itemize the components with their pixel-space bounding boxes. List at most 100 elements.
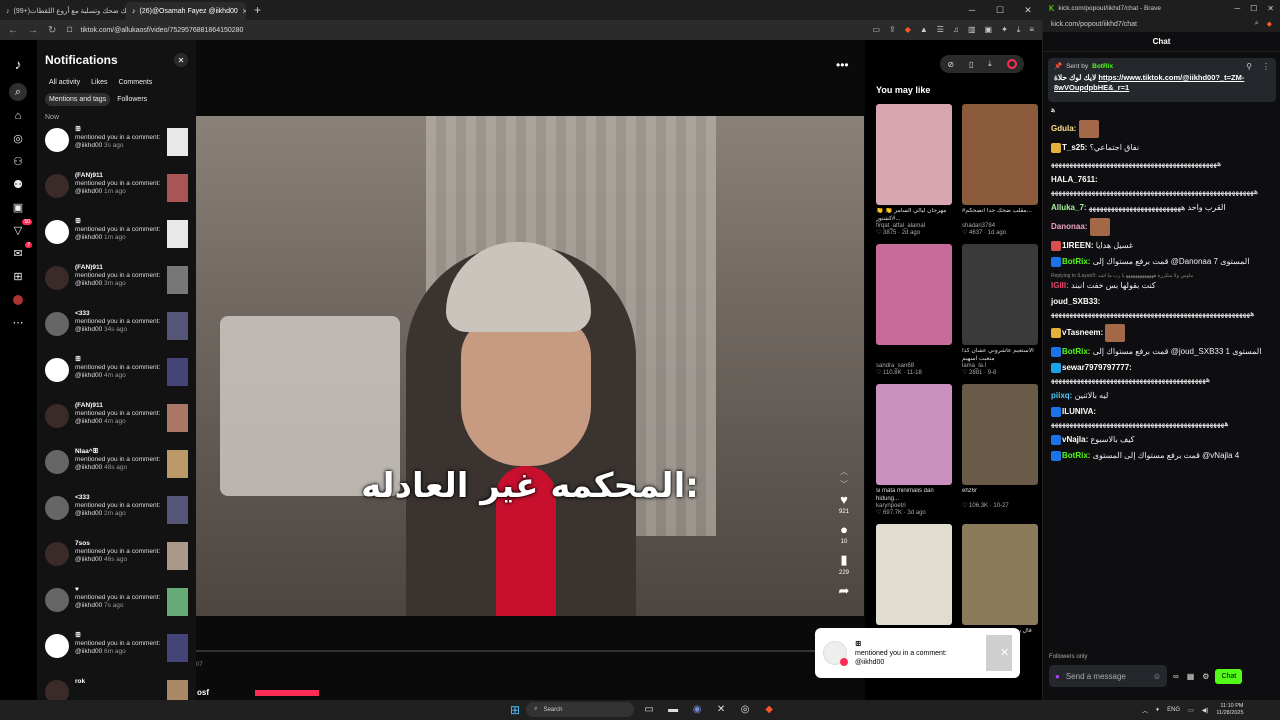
avatar[interactable]	[45, 128, 69, 152]
extension-icon[interactable]: ☰	[937, 25, 944, 35]
gift-icon[interactable]: ▦	[1187, 672, 1195, 681]
mic-icon[interactable]: ♦	[1156, 707, 1159, 713]
video-thumbnail[interactable]	[876, 104, 952, 205]
download-icon[interactable]: ⤓	[1017, 25, 1021, 35]
chat-address-bar[interactable]: kick.com/popout/iikhd7/chat ⌕ ◆	[1043, 16, 1280, 32]
forward-icon[interactable]: →	[28, 25, 38, 36]
avatar[interactable]	[45, 496, 69, 520]
tiktok-logo-icon[interactable]: ♪	[6, 52, 30, 75]
wallet-icon[interactable]: ▣	[985, 25, 993, 35]
maximize-icon[interactable]: ☐	[1250, 4, 1257, 13]
avatar[interactable]	[45, 358, 69, 382]
phone-icon[interactable]: ▯	[969, 60, 973, 69]
close-toast-icon[interactable]: ✕	[1000, 646, 1009, 659]
notification-thumbnail[interactable]	[167, 496, 188, 524]
menu-icon[interactable]: ≡	[1029, 25, 1034, 35]
video-card[interactable]: الاستعيم عاشروني عشان كذا متعبت اسهيم lam…	[962, 244, 1038, 382]
zoom-icon[interactable]: ⌕	[1255, 20, 1259, 28]
video-card-user[interactable]: lama_la.l	[962, 363, 1038, 370]
brave-shield-icon[interactable]: ◆	[905, 25, 911, 35]
record-icon[interactable]	[1006, 59, 1017, 69]
avatar[interactable]	[45, 680, 69, 700]
comment-icon[interactable]: ●	[840, 522, 848, 537]
taskbar-search[interactable]: ⌕ Search	[526, 702, 635, 717]
avatar[interactable]	[45, 312, 69, 336]
leo-icon[interactable]: ✦	[1001, 25, 1008, 35]
notification-thumbnail[interactable]	[167, 312, 188, 340]
emoji-icon[interactable]: ☺	[1153, 672, 1161, 681]
settings-icon[interactable]: ⚙	[1202, 672, 1209, 681]
chat-username[interactable]: vNajla:	[1062, 435, 1088, 444]
pinned-sender-name[interactable]: BotRix	[1092, 63, 1113, 70]
chat-username[interactable]: IGIII:	[1051, 281, 1069, 290]
notification-item[interactable]: <333 mentioned you in a comment: @iikhd00…	[37, 310, 196, 356]
notification-thumbnail[interactable]	[167, 266, 188, 294]
friends-icon[interactable]: ⚉	[6, 173, 30, 196]
bookmark-icon[interactable]: ☐	[66, 26, 72, 34]
clock[interactable]: 11:10 PM 11/28/2025	[1216, 703, 1243, 717]
notification-item[interactable]: ꕥ mentioned you in a comment: @iikhd00 6m…	[37, 632, 196, 678]
share-icon[interactable]: ➦	[839, 583, 850, 599]
chat-username[interactable]: Danonaa:	[1051, 222, 1087, 231]
mention-toast[interactable]: ꕥ mentioned you in a comment: @iikhd00	[815, 628, 1020, 678]
music-icon[interactable]: ♫	[953, 25, 959, 35]
home-icon[interactable]: ⌂	[6, 104, 30, 127]
avatar[interactable]	[45, 220, 69, 244]
video-thumbnail[interactable]	[876, 524, 952, 625]
video-card[interactable]: si mata minimalis dan hidung... karynpoet…	[876, 384, 952, 522]
chat-username[interactable]: sewar7979797777:	[1062, 363, 1132, 372]
notification-item[interactable]: ꕥ mentioned you in a comment: @iikhd00 1m…	[37, 218, 196, 264]
notification-item[interactable]: rok	[37, 678, 196, 700]
chat-username[interactable]: piixq:	[1051, 391, 1072, 400]
follow-button[interactable]	[255, 690, 319, 696]
chat-username[interactable]: ILUNIVA:	[1062, 407, 1096, 416]
filter-followers[interactable]: Followers	[113, 93, 152, 106]
chat-username[interactable]: HALA_7611:	[1051, 175, 1098, 184]
more-icon[interactable]: ⋯	[6, 311, 30, 334]
notification-item[interactable]: ♥ mentioned you in a comment: @iikhd00 7s…	[37, 586, 196, 632]
minimize-icon[interactable]: ─	[1234, 4, 1240, 13]
video-author[interactable]: osf	[197, 688, 209, 697]
avatar[interactable]	[45, 266, 69, 290]
filter-comments[interactable]: Comments	[114, 76, 157, 89]
notification-thumbnail[interactable]	[167, 128, 188, 156]
video-thumbnail[interactable]	[962, 524, 1038, 625]
notification-thumbnail[interactable]	[167, 220, 188, 248]
reload-icon[interactable]: ↻	[48, 25, 56, 36]
notification-item[interactable]: <333 mentioned you in a comment: @iikhd00…	[37, 494, 196, 540]
more-options-icon[interactable]: •••	[836, 58, 849, 72]
search-icon[interactable]: ⌕	[9, 83, 27, 101]
avatar[interactable]	[45, 404, 69, 428]
chevron-up-icon[interactable]: ︿	[840, 466, 848, 477]
chevron-up-icon[interactable]: ︿	[1142, 706, 1148, 715]
avatar[interactable]	[45, 588, 69, 612]
obs-icon[interactable]: ◎	[736, 704, 754, 715]
video-thumbnail[interactable]	[962, 244, 1038, 345]
chat-username[interactable]: vTasneem:	[1062, 328, 1103, 337]
live-icon[interactable]: ▣	[6, 196, 30, 219]
chat-input[interactable]: ● Send a message ☺	[1049, 665, 1167, 687]
video-thumbnail[interactable]	[876, 384, 952, 485]
notification-thumbnail[interactable]	[167, 404, 188, 432]
share-icon[interactable]: ⇪	[889, 25, 896, 35]
cast-icon[interactable]: ▭	[872, 25, 880, 35]
back-icon[interactable]: ←	[8, 25, 18, 36]
brave-icon[interactable]: ◆	[760, 704, 778, 715]
volume-icon[interactable]: ◀)	[1202, 707, 1209, 714]
filter-mentions-and-tags[interactable]: Mentions and tags	[45, 93, 111, 106]
minimize-icon[interactable]: ─	[958, 5, 986, 16]
discord-icon[interactable]: ◉	[688, 704, 706, 715]
points-icon[interactable]: ∞	[1173, 672, 1179, 681]
activity-icon[interactable]: ▽ 50	[6, 219, 32, 242]
notification-thumbnail[interactable]	[167, 450, 188, 478]
maximize-icon[interactable]: ☐	[986, 5, 1014, 16]
video-card[interactable]: sandra_san68 ♡ 110.8K · 11-18	[876, 244, 952, 382]
bookmark-icon[interactable]: ▮	[840, 552, 847, 568]
sidebar-icon[interactable]: ▥	[968, 25, 976, 35]
profile-icon[interactable]	[6, 288, 30, 311]
messages-icon[interactable]: ✉ 7	[6, 242, 32, 265]
folder-icon[interactable]: ▬	[664, 704, 682, 715]
upload-icon[interactable]: ⊞	[6, 265, 30, 288]
mic-icon[interactable]: ●	[1055, 672, 1060, 681]
notification-thumbnail[interactable]	[167, 634, 188, 662]
